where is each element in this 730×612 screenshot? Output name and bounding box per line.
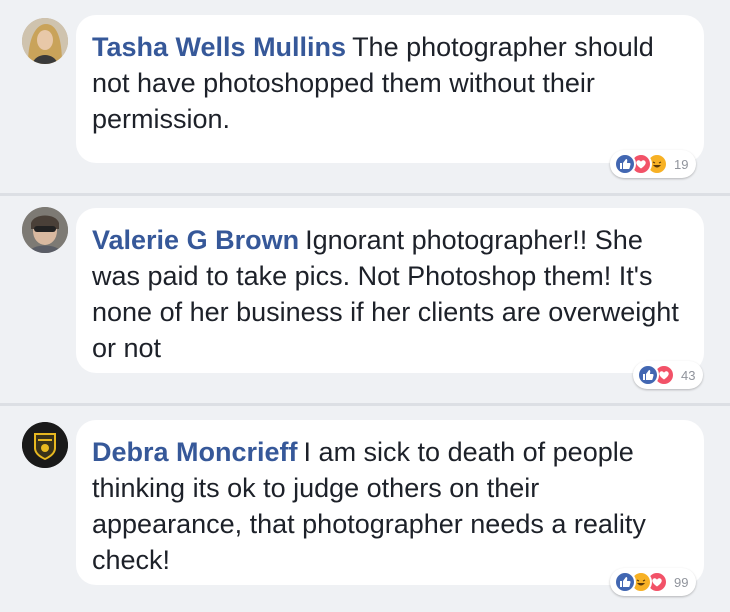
avatar[interactable] bbox=[22, 422, 68, 468]
comment-author[interactable]: Tasha Wells Mullins bbox=[92, 32, 346, 62]
reactions-summary[interactable]: 99 bbox=[610, 568, 697, 596]
avatar[interactable] bbox=[22, 18, 68, 64]
like-icon bbox=[637, 364, 659, 386]
comment-bubble: Debra Moncrieff I am sick to death of peo… bbox=[76, 420, 704, 585]
comment-bubble: Valerie G Brown Ignorant photographer!! S… bbox=[76, 208, 704, 373]
reaction-count: 19 bbox=[674, 156, 689, 172]
like-icon bbox=[614, 571, 636, 593]
comment-section: Valerie G Brown Ignorant photographer!! S… bbox=[0, 196, 730, 403]
comment-section: Tasha Wells Mullins The photographer shou… bbox=[0, 0, 730, 193]
reaction-count: 43 bbox=[681, 367, 696, 383]
comment-section: Debra Moncrieff I am sick to death of peo… bbox=[0, 406, 730, 612]
comment-bubble: Tasha Wells Mullins The photographer shou… bbox=[76, 15, 704, 163]
like-icon bbox=[614, 153, 636, 175]
comment-author[interactable]: Valerie G Brown bbox=[92, 225, 299, 255]
reactions-summary[interactable]: 19 bbox=[610, 150, 697, 178]
reaction-count: 99 bbox=[674, 574, 689, 590]
comment-author[interactable]: Debra Moncrieff bbox=[92, 437, 298, 467]
avatar[interactable] bbox=[22, 207, 68, 253]
reactions-summary[interactable]: 43 bbox=[633, 361, 704, 389]
